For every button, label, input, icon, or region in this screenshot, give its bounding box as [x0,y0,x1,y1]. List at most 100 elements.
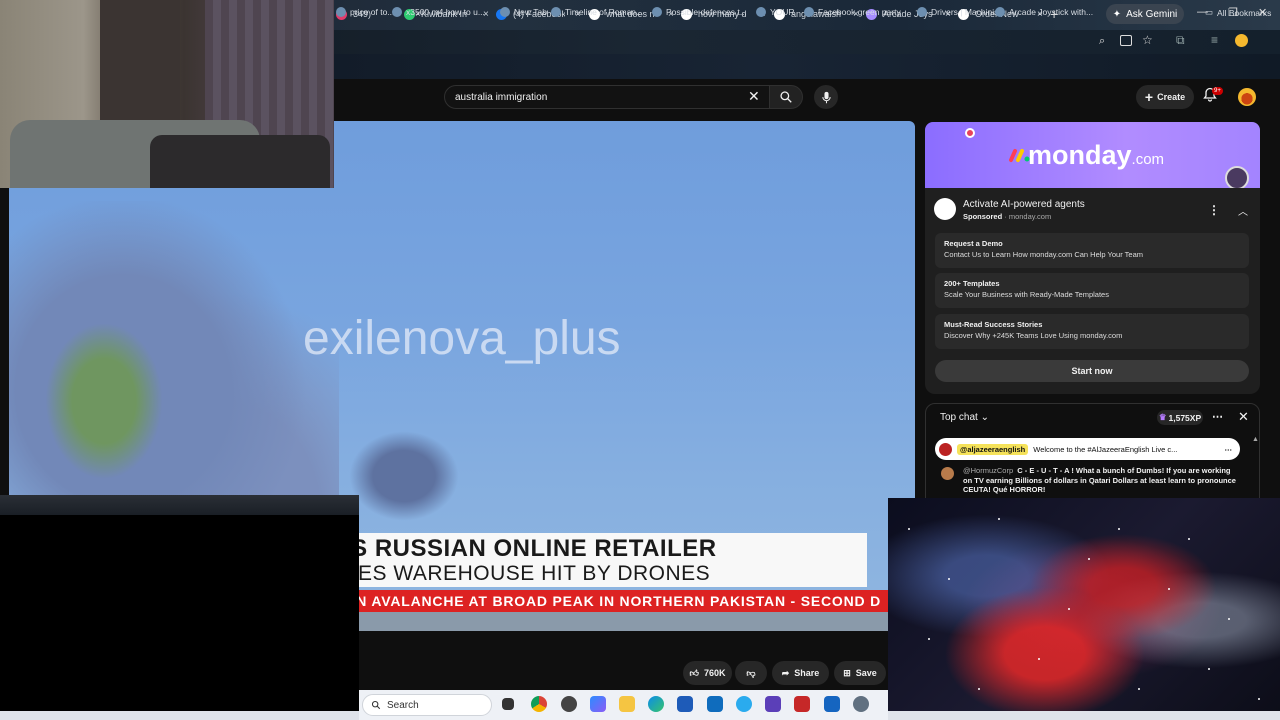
bookmark-item[interactable]: YOUR [756,7,795,17]
save-button[interactable]: ⊞ Save [834,661,886,685]
star [1118,528,1120,530]
share-icon: ➦ [781,667,790,678]
star [1068,608,1070,610]
pinned-message[interactable]: @aljazeeraenglish Welcome to the #AlJaze… [935,438,1240,460]
reading-list-icon[interactable]: ≡ [1211,33,1218,47]
create-button[interactable]: + Create [1136,85,1194,109]
person-thumbnail [1225,166,1249,188]
dislike-button[interactable]: 👎︎ [735,661,767,685]
copilot-icon[interactable] [590,696,606,712]
bookmark-item[interactable]: Arcade Joystick with... [995,7,1093,17]
zoom-icon[interactable]: ⌕ [1099,35,1105,48]
thumbs-down-icon: 👎︎ [746,667,756,678]
bookmark-label: Drivers | Machinist [931,7,1001,17]
smoke-puff [349,431,459,521]
star [1138,688,1140,690]
sponsored-label: Sponsored [963,212,1003,221]
lower-third-subheadline: RIES WAREHOUSE HIT BY DRONES [336,562,711,585]
bookmark-favicon [500,7,510,17]
chat-user-avatar [941,467,954,480]
bookmark-item[interactable]: Timeline of Roman... [551,7,643,17]
close-chat-icon[interactable]: ✕ [1238,409,1249,425]
account-avatar[interactable] [1238,88,1256,106]
start-now-button[interactable]: Start now [935,360,1249,382]
bookmark-favicon [756,7,766,17]
ad-domain: · monday.com [1004,212,1052,221]
bookmark-item[interactable]: Possible defences t... [652,7,747,17]
more-options-icon[interactable]: ⋮ [1208,203,1220,217]
file-explorer-icon[interactable] [619,696,635,712]
bookmark-label: Arcade Joystick with... [1009,7,1094,17]
bookmark-item[interactable]: Facebook green party [804,7,901,17]
star [948,578,950,580]
edge-icon[interactable] [648,696,664,712]
pinned-text: Welcome to the #AlJazeeraEnglish Live c.… [1033,444,1178,454]
voice-search-button[interactable] [814,85,838,109]
pinned-menu-icon[interactable]: ⋯ [1225,445,1233,454]
bookmark-favicon [652,7,662,17]
search-placeholder: Search [387,699,419,711]
star [908,528,910,530]
extensions-icon[interactable]: ⧉ [1176,33,1185,48]
lower-third-headline: TS RUSSIAN ONLINE RETAILER [336,535,717,562]
scroll-up-icon[interactable]: ▲ [1252,436,1259,443]
sparkle-icon: ✦ [1112,8,1122,20]
collapse-chevron-icon[interactable]: ︿ [1238,203,1248,218]
xp-value: 1,575XP [1168,412,1202,423]
sitelink-title: 200+ Templates [944,279,1000,288]
settings-gear-icon[interactable] [853,696,869,712]
profile-avatar-icon[interactable] [1235,34,1248,47]
bookmark-item[interactable]: price of to... [336,7,394,17]
webcam-overlay [0,0,334,188]
ask-gemini-button[interactable]: ✦ Ask Gemini [1106,4,1184,24]
app-icon[interactable] [765,696,781,712]
bookmark-label: price of to... [350,7,395,17]
app-icon[interactable] [561,696,577,712]
ad-sitelink[interactable]: 200+ Templates Scale Your Business with R… [935,273,1249,308]
app-icon[interactable] [794,696,810,712]
sitelink-title: Request a Demo [944,239,1003,248]
store-icon[interactable] [677,696,693,712]
save-playlist-icon: ⊞ [843,667,851,678]
ad-title[interactable]: Activate AI-powered agents [963,199,1085,210]
monday-logo-text: monday.com [1028,140,1164,171]
telegram-icon[interactable] [736,696,752,712]
outlook-icon[interactable] [707,696,723,712]
bookmark-star-icon[interactable]: ☆ [1142,33,1153,47]
task-view-icon[interactable] [502,698,514,710]
taskbar-search[interactable]: Search [362,694,492,716]
nested-taskbar-left [0,711,359,720]
chat-menu-icon[interactable]: ⋯ [1212,410,1223,423]
advertiser-logo[interactable] [934,198,956,220]
ask-gemini-label: Ask Gemini [1126,8,1178,20]
ad-sitelink[interactable]: Request a Demo Contact Us to Learn How mo… [935,233,1249,268]
search-button[interactable] [769,85,803,109]
sitelink-description: Discover Why +245K Teams Love Using mond… [944,331,1123,340]
bookmark-label: New Tab [514,7,547,17]
cast-icon[interactable] [1120,35,1132,46]
galaxy-image [888,498,1280,720]
ad-sitelink[interactable]: Must-Read Success Stories Discover Why +2… [935,314,1249,349]
xp-badge[interactable]: ♛ 1,575XP [1157,410,1203,425]
all-bookmarks-button[interactable]: ▭ All Bookmarks [1205,7,1271,18]
pinned-author: @aljazeeraenglish [957,443,1029,455]
notification-count-badge: 9+ [1212,87,1223,95]
chat-mode-dropdown[interactable]: Top chat ⌄ [940,412,989,423]
like-button[interactable]: 👍︎ 760K [683,661,732,685]
plus-icon: + [1144,89,1154,105]
sitelink-title: Must-Read Success Stories [944,320,1043,329]
tree-foliage [29,301,179,501]
search-icon [780,91,792,103]
bookmark-item[interactable]: New Tab [500,7,547,17]
share-button[interactable]: ➦ Share [772,661,829,685]
star [1088,558,1090,560]
chevron-down-icon: ⌄ [980,412,989,423]
clear-search-icon[interactable]: ✕ [748,88,760,105]
chrome-icon[interactable] [531,696,547,712]
app-icon[interactable] [824,696,840,712]
star [1228,618,1230,620]
bookmark-item[interactable]: Drivers | Machinist [917,7,1001,17]
bookmark-item[interactable]: x3500 m4 how to u... [392,7,485,17]
search-input[interactable]: australia immigration [444,85,771,109]
folder-icon: ▭ [1205,7,1214,17]
